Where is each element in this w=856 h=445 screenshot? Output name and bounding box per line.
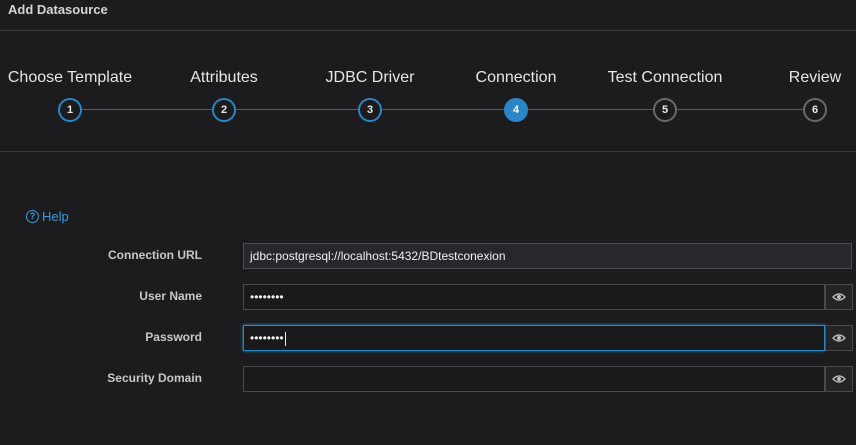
connection-url-input[interactable]: jdbc:postgresql://localhost:5432/BDtestc… [243,243,852,269]
reveal-password-button[interactable] [825,325,853,351]
security-domain-label: Security Domain [107,371,202,385]
step-connector [70,109,815,110]
password-label: Password [145,330,202,344]
user-name-label: User Name [139,289,202,303]
reveal-security-domain-button[interactable] [825,366,853,392]
help-link[interactable]: ? Help [26,209,69,224]
step-number: 2 [212,98,236,122]
dialog-header: Add Datasource [0,0,856,31]
step-number: 6 [803,98,827,122]
step-label: Choose Template [7,69,133,86]
step-number: 3 [358,98,382,122]
eye-icon [832,375,846,383]
connection-url-label: Connection URL [108,248,202,262]
user-name-row: User Name •••••••• [0,284,856,310]
security-domain-row: Security Domain [0,366,856,392]
password-value: •••••••• [250,331,284,345]
question-circle-icon: ? [26,210,39,223]
step-label: Attributes [190,69,258,86]
security-domain-input[interactable] [243,366,825,392]
step-label: JDBC Driver [325,69,415,86]
step-number: 5 [653,98,677,122]
wizard-steps: Choose Template 1 Attributes 2 JDBC Driv… [0,31,856,152]
eye-icon [832,334,846,342]
reveal-user-name-button[interactable] [825,284,853,310]
password-row: Password •••••••• [0,325,856,351]
help-label: Help [42,209,69,224]
step-label: Review [788,69,842,86]
password-input[interactable]: •••••••• [243,325,825,351]
text-caret [284,331,286,346]
step-number: 1 [58,98,82,122]
step-label: Connection [475,69,557,86]
dialog-title: Add Datasource [8,2,108,17]
step-label: Test Connection [607,69,723,86]
eye-icon [832,293,846,301]
step-number: 4 [504,98,528,122]
connection-url-row: Connection URL jdbc:postgresql://localho… [0,243,856,269]
user-name-input[interactable]: •••••••• [243,284,825,310]
